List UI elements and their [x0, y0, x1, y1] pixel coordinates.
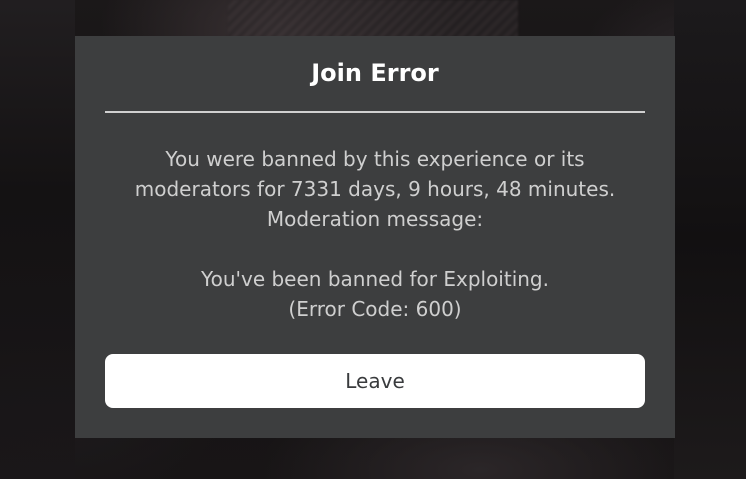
message-line: Moderation message: — [266, 207, 484, 231]
background-right-panel — [674, 0, 746, 479]
title-divider — [105, 111, 645, 113]
background-figure — [228, 0, 518, 40]
message-line: You were banned by this experience or it… — [165, 147, 585, 171]
join-error-dialog: Join Error You were banned by this exper… — [75, 36, 675, 438]
background-left-panel — [0, 0, 75, 479]
dialog-title: Join Error — [311, 59, 439, 87]
error-code: (Error Code: 600) — [288, 297, 462, 321]
leave-button[interactable]: Leave — [105, 354, 645, 408]
message-line: moderators for 7331 days, 9 hours, 48 mi… — [134, 177, 616, 201]
error-message: You were banned by this experience or it… — [115, 144, 635, 324]
moderation-reason: You've been banned for Exploiting. — [201, 267, 549, 291]
